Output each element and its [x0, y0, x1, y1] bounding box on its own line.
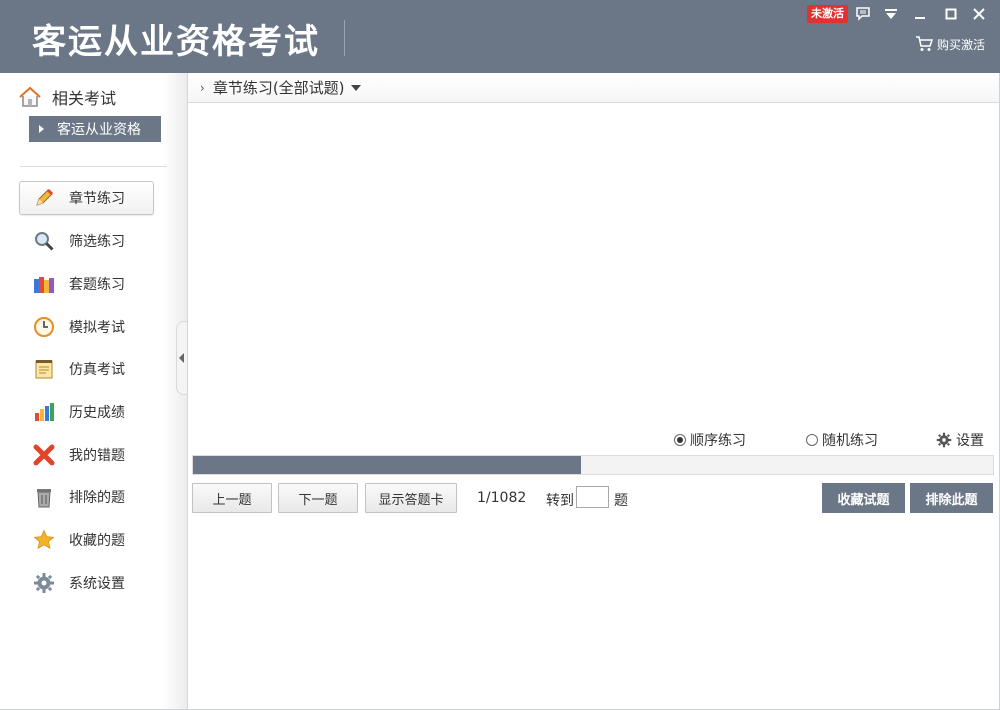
exclude-question-button[interactable]: 排除此题	[910, 483, 993, 513]
goto-suffix: 题	[614, 493, 628, 509]
related-exams-label: 相关考试	[52, 89, 117, 108]
related-exams-heading: 相关考试	[18, 85, 116, 109]
activation-status-badge[interactable]: 未激活	[807, 5, 848, 23]
sidebar-item-my-mistakes[interactable]: 我的错题	[19, 438, 154, 472]
trash-icon	[32, 485, 56, 509]
close-icon	[973, 8, 985, 20]
sidebar-item-set-practice[interactable]: 套题练习	[19, 267, 154, 301]
sidebar-item-simulation-exam[interactable]: 仿真考试	[19, 352, 154, 386]
sidebar-item-label: 排除的题	[69, 490, 125, 506]
sidebar-item-system-settings[interactable]: 系统设置	[19, 566, 154, 600]
cart-icon	[916, 36, 933, 51]
exam-type-item[interactable]: 客运从业资格	[29, 116, 161, 142]
message-icon	[856, 7, 870, 21]
show-answer-card-button[interactable]: 显示答题卡	[365, 483, 457, 513]
sidebar-item-chapter-practice[interactable]: 章节练习	[19, 181, 154, 215]
chevron-right-icon: ›	[200, 80, 205, 95]
progress-bar	[192, 455, 994, 475]
buy-activation-label: 购买激活	[937, 37, 986, 52]
radio-checked-icon	[674, 434, 686, 446]
dropdown-arrow-icon[interactable]	[350, 84, 361, 91]
sidebar-item-label: 收藏的题	[69, 533, 125, 549]
sequential-mode-label: 顺序练习	[690, 433, 746, 449]
sidebar-item-label: 历史成绩	[69, 405, 125, 421]
progress-bar-fill	[193, 456, 581, 474]
sidebar-item-filter-practice[interactable]: 筛选练习	[19, 224, 154, 258]
sidebar-item-label: 模拟考试	[69, 320, 125, 336]
home-icon	[19, 86, 41, 107]
magnifier-icon	[32, 229, 56, 253]
sidebar-item-label: 仿真考试	[69, 362, 125, 378]
sidebar-item-label: 系统设置	[69, 576, 125, 592]
sidebar-item-favorites[interactable]: 收藏的题	[19, 523, 154, 557]
feedback-button[interactable]	[852, 4, 874, 24]
sequential-mode-radio[interactable]: 顺序练习	[674, 430, 746, 450]
red-x-icon	[32, 443, 56, 467]
title-bar: 客运从业资格考试 未激活 购买激活	[0, 0, 1000, 73]
sidebar-collapse-handle[interactable]	[176, 321, 187, 395]
sidebar-divider	[20, 166, 167, 167]
books-icon	[32, 272, 56, 296]
minimize-button[interactable]	[909, 4, 931, 24]
app-title: 客运从业资格考试	[32, 22, 320, 62]
clock-icon	[32, 315, 56, 339]
star-icon	[32, 528, 56, 552]
menu-button[interactable]	[880, 4, 902, 24]
gear-icon	[32, 571, 56, 595]
title-divider	[344, 20, 345, 56]
favorite-question-button[interactable]: 收藏试题	[822, 483, 905, 513]
goto-question-input[interactable]	[576, 486, 609, 508]
notepad-icon	[32, 357, 56, 381]
maximize-button[interactable]	[940, 4, 962, 24]
settings-gear-icon	[936, 432, 952, 448]
minimize-icon	[915, 17, 925, 19]
breadcrumb: › 章节练习(全部试题)	[188, 73, 1000, 103]
sidebar-item-label: 我的错题	[69, 448, 125, 464]
random-mode-label: 随机练习	[822, 433, 878, 449]
menu-dropdown-icon	[885, 9, 897, 19]
previous-question-button[interactable]: 上一题	[192, 483, 272, 513]
buy-activation-link[interactable]: 购买激活	[915, 35, 985, 53]
bar-chart-icon	[32, 400, 56, 424]
sidebar-item-label: 章节练习	[69, 191, 125, 207]
exam-type-label: 客运从业资格	[57, 122, 141, 138]
settings-label: 设置	[956, 433, 984, 449]
caret-right-icon	[39, 125, 44, 133]
sidebar-item-label: 套题练习	[69, 277, 125, 293]
sidebar-item-history-scores[interactable]: 历史成绩	[19, 395, 154, 429]
pencil-icon	[32, 186, 56, 210]
question-counter: 1/1082	[477, 490, 527, 506]
settings-button[interactable]: 设置	[936, 430, 984, 450]
maximize-icon	[945, 8, 957, 20]
close-button[interactable]	[968, 4, 990, 24]
breadcrumb-label[interactable]: 章节练习(全部试题)	[213, 77, 345, 98]
radio-unchecked-icon	[806, 434, 818, 446]
caret-left-icon	[179, 353, 184, 363]
sidebar-item-mock-exam[interactable]: 模拟考试	[19, 310, 154, 344]
next-question-button[interactable]: 下一题	[278, 483, 358, 513]
sidebar: 相关考试 客运从业资格 章节练习 筛选练习 套题练习 模拟考试 仿真考试 历史成…	[0, 73, 188, 710]
random-mode-radio[interactable]: 随机练习	[806, 430, 878, 450]
sidebar-item-label: 筛选练习	[69, 234, 125, 250]
goto-label: 转到	[546, 493, 574, 509]
sidebar-item-excluded[interactable]: 排除的题	[19, 480, 154, 514]
